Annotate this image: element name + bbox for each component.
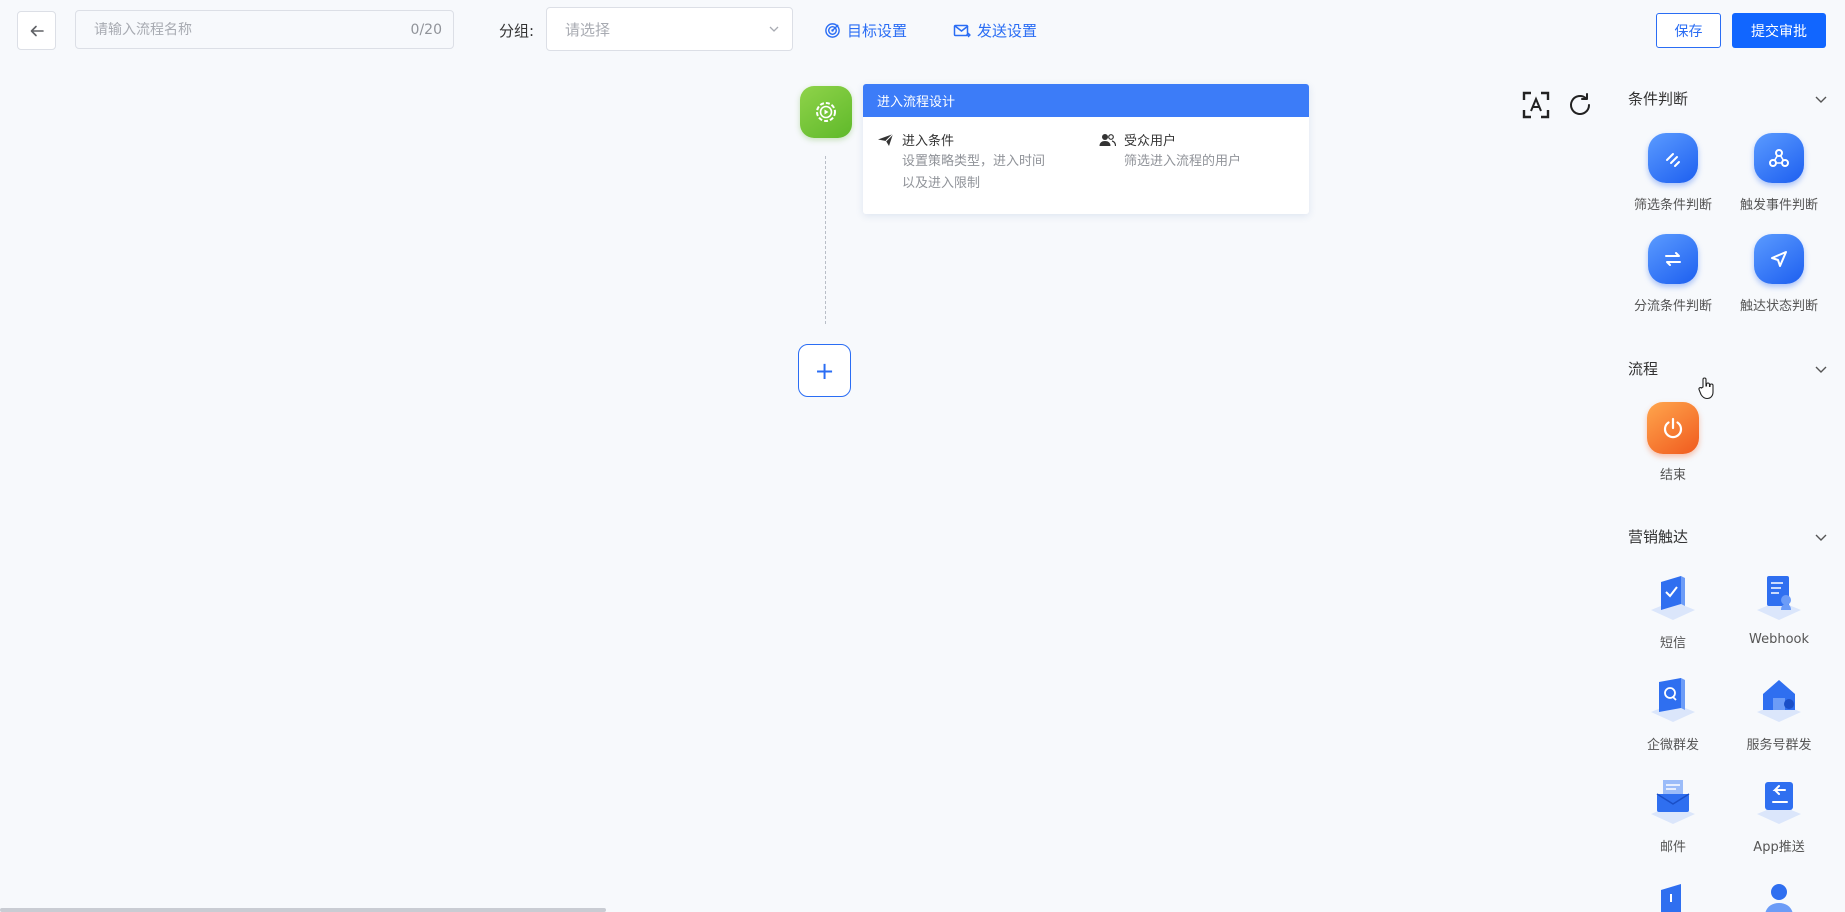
webhook-icon	[1757, 576, 1801, 620]
refresh-button[interactable]	[1565, 90, 1595, 120]
hand-cursor-icon	[1698, 377, 1714, 400]
email-icon	[1651, 780, 1695, 824]
target-settings-label: 目标设置	[847, 22, 908, 40]
group-select-placeholder: 请选择	[565, 20, 611, 39]
chevron-down-icon	[1815, 96, 1827, 103]
enter-condition-desc-1: 设置策略类型，进入时间	[902, 154, 1046, 169]
chevron-down-icon	[769, 26, 779, 32]
event-icon	[1754, 133, 1804, 183]
entry-card-title: 进入流程设计	[863, 84, 1309, 117]
send-settings-label: 发送设置	[977, 22, 1038, 40]
group-label: 分组:	[499, 22, 535, 40]
tile-sms[interactable]: 短信	[1620, 570, 1726, 651]
send-status-icon	[1754, 234, 1804, 284]
tile-split-condition[interactable]: 分流条件判断	[1620, 233, 1726, 314]
start-node[interactable]	[800, 86, 852, 138]
wecom-icon	[1651, 678, 1695, 722]
plus-icon: +	[814, 356, 835, 385]
submit-approval-button[interactable]: 提交审批	[1732, 13, 1826, 48]
app-push-icon	[1757, 782, 1801, 824]
enter-condition-desc-2: 以及进入限制	[902, 176, 981, 191]
tile-service-account[interactable]: 服务号群发	[1726, 672, 1832, 753]
section-marketing-header[interactable]: 营销触达	[1628, 526, 1828, 547]
section-condition-header[interactable]: 条件判断	[1628, 88, 1828, 109]
horizontal-scrollbar[interactable]	[0, 908, 606, 912]
section-flow-title: 流程	[1628, 360, 1659, 378]
service-account-icon	[1757, 680, 1801, 722]
tile-label: Webhook	[1748, 632, 1810, 647]
audience-block[interactable]: 受众用户 筛选进入流程的用户	[1099, 130, 1241, 173]
flow-name-field: 0/20	[75, 10, 454, 49]
enter-condition-title: 进入条件	[902, 134, 955, 149]
enter-condition-block[interactable]: 进入条件 设置策略类型，进入时间 以及进入限制	[877, 130, 1045, 195]
flow-name-input[interactable]	[76, 21, 411, 38]
play-gear-icon	[816, 102, 836, 122]
audience-title: 受众用户	[1124, 134, 1177, 149]
fit-screen-icon	[1522, 91, 1550, 119]
power-icon	[1647, 402, 1699, 454]
canvas-toolbar	[1521, 90, 1595, 120]
sms-icon	[1651, 576, 1695, 620]
tile-label: App推送	[1753, 840, 1805, 855]
name-char-count: 0/20	[410, 21, 442, 38]
tile-wecom[interactable]: 企微群发	[1620, 672, 1726, 753]
target-icon	[825, 23, 840, 38]
node-palette-panel: 条件判断 筛选条件判断 触发事件判断 分流条件判断 触达状态判断 流程 结束 营…	[1608, 62, 1845, 912]
tile-webhook[interactable]: Webhook	[1726, 570, 1832, 647]
send-settings-button[interactable]: 发送设置	[953, 20, 1037, 41]
group-select[interactable]: 请选择	[546, 7, 793, 51]
mail-send-icon	[953, 24, 971, 37]
split-icon	[1648, 234, 1698, 284]
tile-app-push[interactable]: App推送	[1726, 774, 1832, 855]
top-toolbar: 0/20 分组: 请选择 目标设置 发送设置 保存 提交审批	[0, 0, 1845, 62]
add-node-button[interactable]: +	[798, 344, 851, 397]
users-icon	[1099, 133, 1116, 146]
chevron-down-icon	[1815, 534, 1827, 541]
tile-label: 结束	[1659, 468, 1686, 483]
section-flow-header[interactable]: 流程	[1628, 358, 1828, 379]
tile-email[interactable]: 邮件	[1620, 774, 1726, 855]
tile-trigger-event[interactable]: 触发事件判断	[1726, 132, 1832, 213]
chevron-down-icon	[1815, 366, 1827, 373]
refresh-icon	[1570, 93, 1590, 115]
tile-filter-condition[interactable]: 筛选条件判断	[1620, 132, 1726, 213]
flow-connector-line	[825, 156, 826, 324]
back-button[interactable]	[17, 11, 56, 50]
user-icon	[1765, 884, 1793, 912]
arrow-left-icon	[30, 25, 44, 36]
tile-label: 服务号群发	[1746, 738, 1812, 753]
fit-view-button[interactable]	[1521, 90, 1551, 120]
section-marketing-title: 营销触达	[1628, 528, 1689, 546]
audience-desc: 筛选进入流程的用户	[1124, 154, 1242, 169]
target-settings-button[interactable]: 目标设置	[824, 20, 907, 41]
tile-end[interactable]: 结束	[1620, 402, 1726, 483]
entry-design-card[interactable]: 进入流程设计 进入条件 设置策略类型，进入时间 以及进入限制 受众用户 筛选进入…	[863, 84, 1309, 214]
tile-label: 邮件	[1659, 840, 1686, 855]
tile-label: 筛选条件判断	[1633, 198, 1712, 213]
tile-send-status[interactable]: 触达状态判断	[1726, 233, 1832, 314]
section-condition-title: 条件判断	[1628, 90, 1689, 108]
filter-icon	[1648, 133, 1698, 183]
paper-plane-icon	[878, 133, 894, 146]
tile-label: 分流条件判断	[1633, 299, 1712, 314]
tile-partial[interactable]	[1726, 876, 1832, 912]
notification-icon	[1661, 884, 1681, 912]
tile-label: 触达状态判断	[1739, 299, 1818, 314]
tile-label: 短信	[1659, 636, 1686, 651]
tile-partial[interactable]	[1620, 876, 1726, 912]
save-button[interactable]: 保存	[1656, 13, 1721, 48]
tile-label: 触发事件判断	[1739, 198, 1818, 213]
tile-label: 企微群发	[1646, 738, 1699, 753]
